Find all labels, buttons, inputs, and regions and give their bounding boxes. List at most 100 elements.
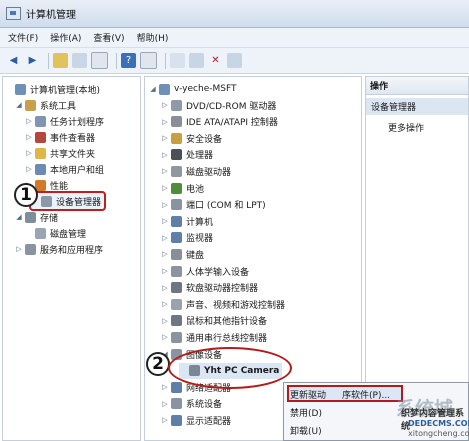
expand-arrow-icon[interactable]: ▷ bbox=[25, 117, 33, 125]
back-arrow-icon[interactable]: ◀ bbox=[6, 53, 21, 68]
expand-arrow-icon[interactable]: ▷ bbox=[161, 317, 169, 325]
event-icon bbox=[35, 131, 46, 143]
tree-item-shared-folder[interactable]: ▷ 共享文件夹 bbox=[25, 145, 95, 161]
device-label: 监视器 bbox=[186, 234, 214, 245]
toolbar-separator bbox=[165, 52, 166, 69]
tree-item-computer[interactable]: 计算机管理(本地) bbox=[5, 81, 100, 97]
update-driver-icon[interactable] bbox=[189, 53, 204, 68]
tree-item-services[interactable]: ▷ 服务和应用程序 bbox=[15, 241, 103, 257]
tree-item-device-manager[interactable]: 设备管理器 bbox=[28, 191, 107, 211]
context-item-update-driver[interactable]: 更新驱动 序软件(P)... bbox=[290, 386, 390, 402]
expand-arrow-icon[interactable]: ▷ bbox=[161, 118, 169, 126]
uninstall-icon[interactable]: ✕ bbox=[208, 53, 223, 68]
expand-arrow-icon[interactable]: ▷ bbox=[161, 250, 169, 258]
display-adapter-icon bbox=[171, 414, 182, 426]
tree-item-tools[interactable]: ◢ 系统工具 bbox=[15, 97, 76, 113]
device-category-processor[interactable]: ▷ 处理器 bbox=[161, 147, 213, 163]
device-category-port[interactable]: ▷ 端口 (COM 和 LPT) bbox=[161, 197, 266, 213]
menu-file[interactable]: 文件(F) bbox=[8, 31, 38, 44]
expand-arrow-icon[interactable]: ▷ bbox=[161, 217, 169, 225]
battery-icon bbox=[171, 182, 182, 194]
forward-arrow-icon[interactable]: ▶ bbox=[25, 53, 40, 68]
expand-arrow-icon[interactable]: ▷ bbox=[161, 267, 169, 275]
expand-arrow-icon[interactable]: ▷ bbox=[161, 184, 169, 192]
expand-arrow-icon[interactable]: ▷ bbox=[15, 245, 23, 253]
expand-arrow-icon[interactable]: ▷ bbox=[161, 400, 169, 408]
device-label: 人体学输入设备 bbox=[186, 267, 250, 278]
disable-device-icon[interactable] bbox=[227, 53, 242, 68]
context-item-label: 更新驱动 bbox=[290, 390, 327, 401]
context-item-uninstall[interactable]: 卸载(U) bbox=[290, 422, 322, 438]
device-label: 端口 (COM 和 LPT) bbox=[186, 201, 266, 212]
shared-folder-icon bbox=[35, 147, 46, 159]
expand-arrow-icon[interactable]: ▷ bbox=[161, 201, 169, 209]
collapse-arrow-icon[interactable]: ◢ bbox=[149, 85, 157, 93]
help-icon[interactable]: ? bbox=[121, 53, 136, 68]
expand-arrow-icon[interactable]: ▷ bbox=[161, 333, 169, 341]
device-label: 键盘 bbox=[186, 250, 205, 261]
device-category-keyboard[interactable]: ▷ 键盘 bbox=[161, 246, 204, 262]
device-category-sound[interactable]: ▷ 声音、视频和游戏控制器 bbox=[161, 296, 285, 312]
tree-item-label: 事件查看器 bbox=[50, 133, 96, 144]
device-category-disk-drive[interactable]: ▷ 磁盘驱动器 bbox=[161, 163, 231, 179]
tree-item-label: 磁盘管理 bbox=[50, 229, 87, 240]
actions-device-manager[interactable]: 设备管理器 bbox=[366, 98, 468, 115]
menu-bar: 文件(F) 操作(A) 查看(V) 帮助(H) bbox=[0, 28, 469, 48]
scan-hardware-icon[interactable] bbox=[170, 53, 185, 68]
computer-icon bbox=[15, 83, 26, 95]
device-category-ide[interactable]: ▷ IDE ATA/ATAPI 控制器 bbox=[161, 114, 278, 130]
expand-arrow-icon[interactable]: ▷ bbox=[161, 383, 169, 391]
expand-arrow-icon[interactable]: ▷ bbox=[25, 133, 33, 141]
expand-arrow-icon[interactable]: ▷ bbox=[25, 165, 33, 173]
collapse-arrow-icon[interactable]: ◢ bbox=[15, 213, 23, 221]
collapse-arrow-icon[interactable]: ◢ bbox=[15, 101, 23, 109]
menu-action[interactable]: 操作(A) bbox=[50, 31, 81, 44]
show-hide-tree-icon[interactable] bbox=[72, 53, 87, 68]
device-category-security[interactable]: ▷ 安全设备 bbox=[161, 130, 222, 146]
more-actions-link[interactable]: 更多操作 bbox=[388, 121, 424, 134]
menu-help[interactable]: 帮助(H) bbox=[137, 31, 169, 44]
device-category-display-adapter[interactable]: ▷ 显示适配器 bbox=[161, 412, 231, 428]
device-label: 计算机 bbox=[186, 217, 214, 228]
expand-arrow-icon[interactable]: ▷ bbox=[161, 416, 169, 424]
hid-icon bbox=[171, 265, 182, 277]
device-category-mouse[interactable]: ▷ 鼠标和其他指针设备 bbox=[161, 313, 267, 329]
device-label: 处理器 bbox=[186, 151, 214, 162]
context-item-disable[interactable]: 禁用(D) bbox=[290, 404, 322, 420]
expand-arrow-icon[interactable]: ▷ bbox=[161, 300, 169, 308]
tree-item-clock[interactable]: ▷ 任务计划程序 bbox=[25, 113, 104, 129]
properties-icon[interactable] bbox=[91, 52, 108, 69]
device-category-battery[interactable]: ▷ 电池 bbox=[161, 180, 204, 196]
mouse-icon bbox=[171, 315, 182, 327]
tools-icon bbox=[25, 99, 36, 111]
device-category-monitor[interactable]: ▷ 监视器 bbox=[161, 230, 213, 246]
context-item-label-tail: 序软件(P)... bbox=[342, 390, 391, 401]
toolbar-separator bbox=[116, 52, 117, 69]
device-tree-root[interactable]: ◢ v-yeche-MSFT bbox=[149, 81, 236, 97]
device-category-hid[interactable]: ▷ 人体学输入设备 bbox=[161, 263, 249, 279]
expand-arrow-icon[interactable]: ▷ bbox=[161, 167, 169, 175]
device-category-dvd[interactable]: ▷ DVD/CD-ROM 驱动器 bbox=[161, 97, 276, 113]
expand-arrow-icon[interactable]: ▷ bbox=[161, 284, 169, 292]
services-icon bbox=[25, 243, 36, 255]
menu-view[interactable]: 查看(V) bbox=[93, 31, 124, 44]
device-category-usb[interactable]: ▷ 通用串行总线控制器 bbox=[161, 329, 267, 345]
tree-item-storage[interactable]: ◢ 存储 bbox=[15, 209, 58, 225]
callout-1: 1 bbox=[14, 183, 38, 207]
device-label: 显示适配器 bbox=[186, 416, 232, 427]
console-icon[interactable] bbox=[140, 52, 157, 69]
folder-up-icon[interactable] bbox=[53, 53, 68, 68]
tree-item-disk[interactable]: 磁盘管理 bbox=[25, 225, 86, 241]
tree-item-users[interactable]: ▷ 本地用户和组 bbox=[25, 161, 104, 177]
callout-2: 2 bbox=[146, 352, 170, 376]
expand-arrow-icon[interactable]: ▷ bbox=[161, 134, 169, 142]
device-category-computer[interactable]: ▷ 计算机 bbox=[161, 213, 213, 229]
expand-arrow-icon[interactable]: ▷ bbox=[161, 101, 169, 109]
expand-arrow-icon[interactable]: ▷ bbox=[25, 149, 33, 157]
device-category-floppy-controller[interactable]: ▷ 软盘驱动器控制器 bbox=[161, 280, 258, 296]
expand-arrow-icon[interactable]: ▷ bbox=[161, 234, 169, 242]
device-label: IDE ATA/ATAPI 控制器 bbox=[186, 118, 278, 129]
tree-item-event[interactable]: ▷ 事件查看器 bbox=[25, 129, 95, 145]
expand-arrow-icon[interactable]: ▷ bbox=[161, 151, 169, 159]
device-category-system-device[interactable]: ▷ 系统设备 bbox=[161, 396, 222, 412]
